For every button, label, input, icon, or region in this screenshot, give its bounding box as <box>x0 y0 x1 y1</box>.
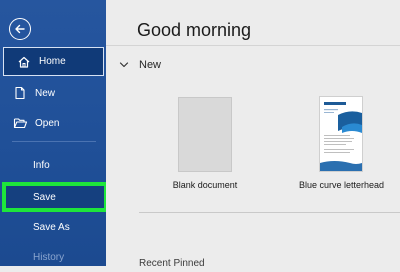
new-section-header[interactable]: New <box>119 59 161 71</box>
sidebar-item-info[interactable]: Info <box>0 150 106 180</box>
blue-curve-letterhead-thumbnail[interactable] <box>319 96 363 172</box>
chevron-down-icon <box>119 62 129 68</box>
header-divider <box>106 45 400 46</box>
new-document-icon <box>12 85 28 101</box>
folder-open-icon <box>12 115 28 131</box>
sidebar-item-label: Home <box>39 56 66 67</box>
backstage-sidebar: Home New Open Info Save Save As History <box>0 0 108 266</box>
sidebar-item-home[interactable]: Home <box>3 47 104 76</box>
back-button[interactable] <box>9 18 31 40</box>
sidebar-item-new[interactable]: New <box>0 78 106 108</box>
sidebar-item-save[interactable]: Save <box>2 182 108 212</box>
page-title: Good morning <box>137 20 252 40</box>
home-icon <box>16 54 32 70</box>
sidebar-item-label: Info <box>33 159 50 171</box>
sidebar-item-open[interactable]: Open <box>0 108 106 138</box>
sidebar-item-label: Save <box>33 191 56 203</box>
new-section-title: New <box>139 59 162 71</box>
sidebar-item-label: History <box>33 251 65 263</box>
letterhead-preview-graphic <box>320 102 362 171</box>
sidebar-item-label: Open <box>35 117 60 129</box>
sidebar-item-label: New <box>35 87 56 99</box>
section-divider <box>139 212 400 213</box>
blank-document-thumbnail[interactable] <box>178 97 232 172</box>
back-arrow-icon <box>15 24 25 34</box>
backstage-main: Good morning New Blank document Blue cur… <box>106 0 400 269</box>
template-label: Blue curve letterhead <box>299 180 385 190</box>
recent-pinned-tabs[interactable]: Recent Pinned <box>139 258 205 269</box>
sidebar-item-label: Save As <box>33 221 70 233</box>
sidebar-divider <box>12 141 96 142</box>
sidebar-item-history[interactable]: History <box>0 242 106 272</box>
sidebar-item-save-as[interactable]: Save As <box>0 212 106 242</box>
template-label: Blank document <box>172 180 238 190</box>
